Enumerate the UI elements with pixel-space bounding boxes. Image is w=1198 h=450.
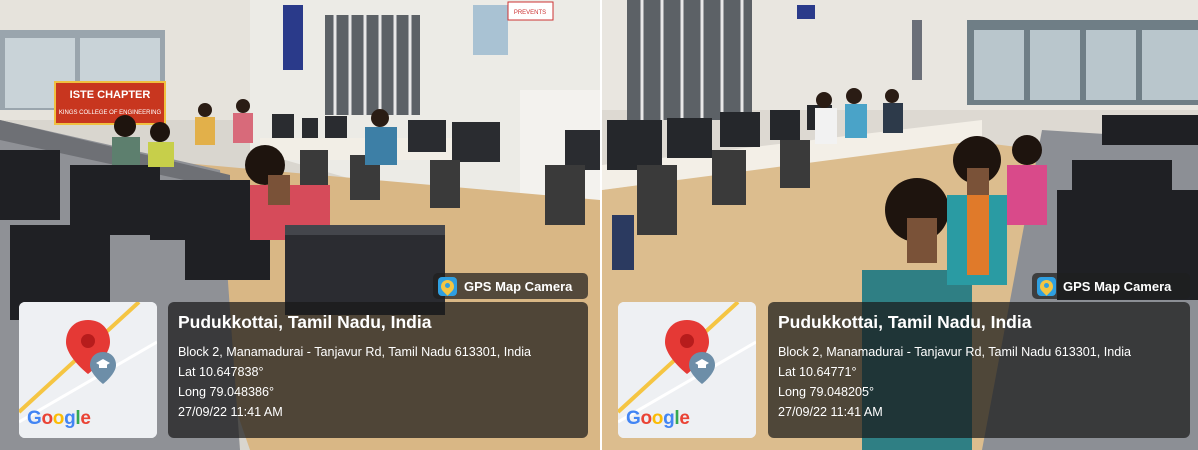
- longitude-text: Long 79.048205°: [778, 385, 875, 399]
- datetime-text: 27/09/22 11:41 AM: [178, 405, 283, 419]
- latitude-text: Lat 10.647838°: [178, 365, 264, 379]
- photo-right: GPS Map Camera Google Pudukkottai, Tamil…: [602, 0, 1198, 450]
- address-text: Block 2, Manamadurai - Tanjavur Rd, Tami…: [778, 345, 1132, 359]
- location-title: Pudukkottai, Tamil Nadu, India: [178, 312, 432, 332]
- gps-map-camera-badge: GPS Map Camera: [433, 273, 588, 299]
- gps-watermark-label: GPS Map Camera: [1063, 278, 1172, 294]
- gps-map-camera-icon: [438, 276, 457, 296]
- map-thumbnail: Google: [618, 302, 756, 438]
- google-logo: Google: [626, 408, 690, 429]
- gps-map-camera-badge: GPS Map Camera: [1032, 273, 1190, 299]
- location-title: Pudukkottai, Tamil Nadu, India: [778, 312, 1032, 332]
- address-text: Block 2, Manamadurai - Tanjavur Rd, Tami…: [178, 345, 532, 359]
- photo-left: ISTE CHAPTER KINGS COLLEGE OF ENGINEERIN…: [0, 0, 600, 450]
- longitude-text: Long 79.048386°: [178, 385, 275, 399]
- location-info-panel: Pudukkottai, Tamil Nadu, India Block 2, …: [768, 302, 1190, 438]
- gps-watermark-label: GPS Map Camera: [464, 278, 573, 294]
- google-logo: Google: [27, 408, 91, 429]
- datetime-text: 27/09/22 11:41 AM: [778, 405, 883, 419]
- gps-map-camera-icon: [1037, 276, 1056, 296]
- location-info-panel: Pudukkottai, Tamil Nadu, India Block 2, …: [168, 302, 588, 438]
- map-thumbnail: Google: [19, 302, 157, 438]
- banner-text: ISTE CHAPTER: [70, 89, 151, 101]
- banner-subtext: KINGS COLLEGE OF ENGINEERING: [59, 110, 162, 116]
- latitude-text: Lat 10.64771°: [778, 365, 857, 379]
- sign-text: PREVENTS: [514, 10, 546, 16]
